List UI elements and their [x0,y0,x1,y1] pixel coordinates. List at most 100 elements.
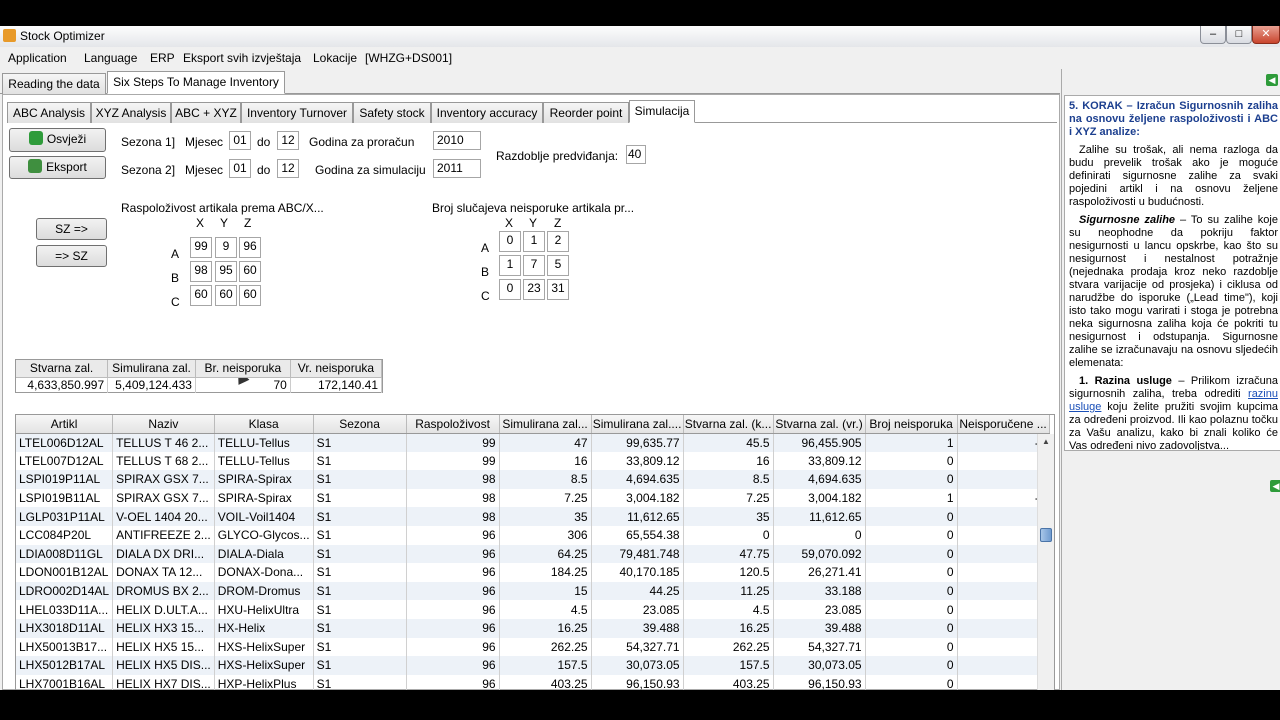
grid-cell[interactable]: S1 [313,525,407,545]
grid-cell[interactable]: VOIL-Voil1404 [214,507,314,526]
grid-cell[interactable]: 16.25 [683,618,774,638]
grid-cell[interactable]: LDRO002D14AL [16,581,114,601]
grid-cell[interactable]: LTEL007D12AL [16,451,114,471]
grid-cell[interactable]: 0 [957,656,1050,675]
grid-cell[interactable]: 45.5 [683,433,774,452]
grid-cell[interactable]: 65,554.38 [591,525,684,545]
grid-cell[interactable]: 157.5 [499,656,592,675]
availability-cy[interactable]: 60 [215,285,237,306]
table-row[interactable]: LDIA008D11GL DIALA DX DRI... DIALA-Diala S1… [16,544,1050,564]
shortages-ax[interactable]: 0 [499,231,521,252]
tab-reading-data[interactable]: Reading the data [2,73,106,94]
grid-cell[interactable]: 0 [957,581,1050,601]
grid-cell[interactable]: 0 [957,618,1050,638]
grid-cell[interactable]: LHX5012B17AL [16,656,114,675]
menu-language[interactable]: Language [84,51,137,65]
grid-cell[interactable]: 0 [865,563,958,582]
grid-column-header[interactable]: Naziv [112,415,215,434]
menu-erp[interactable]: ERP [150,51,175,65]
grid-cell[interactable]: DIALA DX DRI... [112,544,215,564]
grid-column-header[interactable]: Stvarna zal. (k... [683,415,774,434]
shortages-cx[interactable]: 0 [499,279,521,300]
grid-cell[interactable]: 64.25 [499,544,592,564]
availability-ay[interactable]: 9 [215,237,237,258]
season2-from-input[interactable]: 01 [229,159,251,178]
availability-cz[interactable]: 60 [239,285,261,306]
grid-column-header[interactable]: Artikl [16,415,114,434]
grid-cell[interactable]: HELIX HX7 DIS... [112,674,215,690]
grid-cell[interactable]: LDON001B12AL [16,563,114,582]
grid-cell[interactable]: DROMUS BX 2... [112,581,215,601]
season2-year-input[interactable]: 2011 [433,159,481,178]
grid-cell[interactable]: 306 [499,525,592,545]
grid-cell[interactable]: 47.75 [683,544,774,564]
grid-column-header[interactable]: Klasa [214,415,314,434]
grid-cell[interactable]: 98 [406,488,500,508]
grid-cell[interactable]: 16 [683,451,774,471]
grid-cell[interactable]: HELIX HX5 15... [112,637,215,657]
close-button[interactable]: ✕ [1252,26,1280,44]
grid-cell[interactable]: 99 [406,433,500,452]
collapse-arrow-icon[interactable]: ◀ [1266,74,1278,86]
grid-cell[interactable]: S1 [313,507,407,526]
grid-cell[interactable]: 4.5 [683,600,774,619]
grid-cell[interactable]: 0 [957,507,1050,526]
availability-bz[interactable]: 60 [239,261,261,282]
grid-cell[interactable]: ANTIFREEZE 2... [112,525,215,545]
grid-cell[interactable]: 33,809.12 [591,451,684,471]
grid-cell[interactable]: S1 [313,674,407,690]
grid-cell[interactable]: 8.5 [499,470,592,489]
grid-cell[interactable]: 0 [773,525,866,545]
grid-cell[interactable]: 403.25 [499,674,592,690]
grid-cell[interactable]: 8.5 [683,470,774,489]
grid-cell[interactable]: 16 [499,451,592,471]
grid-cell[interactable]: 33.188 [773,581,866,601]
grid-cell[interactable]: DONAX-Dona... [214,563,314,582]
grid-cell[interactable]: LTEL006D12AL [16,433,114,452]
grid-cell[interactable]: 99,635.77 [591,433,684,452]
grid-cell[interactable]: HXP-HelixPlus [214,674,314,690]
grid-cell[interactable]: 96,455.905 [773,433,866,452]
tab-simulacija[interactable]: Simulacija [629,100,695,123]
season1-from-input[interactable]: 01 [229,131,251,150]
grid-cell[interactable]: 3,004.182 [591,488,684,508]
grid-cell[interactable]: S1 [313,600,407,619]
table-row[interactable]: LTEL006D12AL TELLUS T 46 2... TELLU-Tellus… [16,433,1050,452]
grid-cell[interactable]: HELIX D.ULT.A... [112,600,215,619]
grid-cell[interactable]: SPIRA-Spirax [214,470,314,489]
grid-cell[interactable]: 54,327.71 [773,637,866,657]
grid-column-header[interactable]: Stvarna zal. (vr.) [773,415,866,434]
grid-cell[interactable]: 23.085 [591,600,684,619]
scroll-thumb[interactable] [1040,528,1052,542]
grid-cell[interactable]: 0 [957,563,1050,582]
grid-column-header[interactable]: Simulirana zal.... [591,415,684,434]
tab-reorder-point[interactable]: Reorder point [543,102,629,123]
grid-cell[interactable]: DONAX TA 12... [112,563,215,582]
grid-cell[interactable]: HXU-HelixUltra [214,600,314,619]
availability-az[interactable]: 96 [239,237,261,258]
grid-cell[interactable]: GLYCO-Glycos... [214,525,314,545]
results-grid[interactable]: Artikl Naziv Klasa Sezona Raspoloživost Simul… [15,414,1055,690]
grid-cell[interactable]: 40,170.185 [591,563,684,582]
availability-cx[interactable]: 60 [190,285,212,306]
grid-cell[interactable]: SPIRAX GSX 7... [112,470,215,489]
table-row[interactable]: LHX50013B17... HELIX HX5 15... HXS-HelixSu… [16,637,1050,657]
grid-cell[interactable]: 35 [499,507,592,526]
grid-column-header[interactable]: Neisporučene ... [957,415,1050,434]
grid-cell[interactable]: 0 [957,544,1050,564]
table-row[interactable]: LSPI019B11AL SPIRAX GSX 7... SPIRA-Spirax S… [16,488,1050,508]
sz-back-button[interactable]: => SZ [36,245,107,267]
grid-cell[interactable]: 0 [865,544,958,564]
grid-cell[interactable]: 403.25 [683,674,774,690]
grid-cell[interactable]: HELIX HX3 15... [112,618,215,638]
grid-cell[interactable]: 0 [957,637,1050,657]
grid-cell[interactable]: 184.25 [499,563,592,582]
grid-cell[interactable]: 11.25 [683,581,774,601]
grid-cell[interactable]: LHX3018D11AL [16,618,114,638]
grid-cell[interactable]: LGLP031P11AL [16,507,114,526]
grid-cell[interactable]: S1 [313,618,407,638]
season1-year-input[interactable]: 2010 [433,131,481,150]
grid-column-header[interactable]: Raspoloživost [406,415,500,434]
grid-cell[interactable]: SPIRA-Spirax [214,488,314,508]
grid-cell[interactable]: S1 [313,544,407,564]
